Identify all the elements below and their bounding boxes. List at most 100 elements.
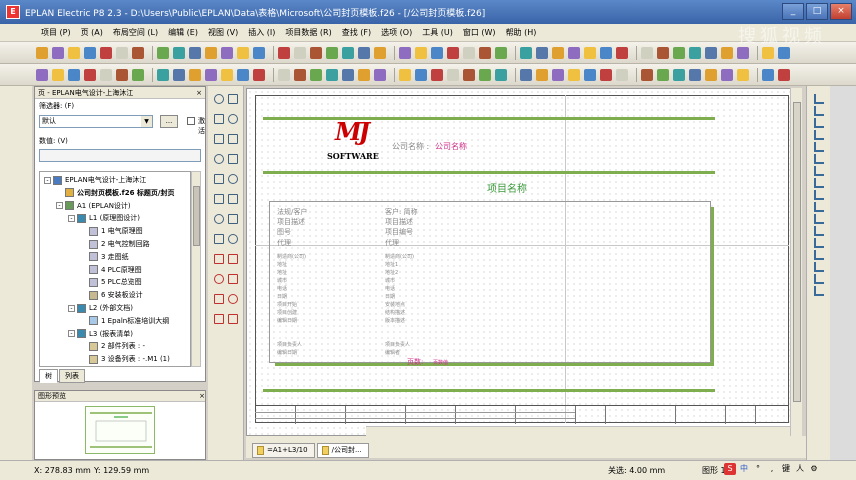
toolbar-tool-icon[interactable] xyxy=(310,46,322,59)
toolbar-tool-icon[interactable] xyxy=(205,68,217,81)
toolbar-tool-icon[interactable] xyxy=(600,68,612,81)
toolbar-tool-icon[interactable] xyxy=(221,46,233,59)
drawing-tool-icon[interactable] xyxy=(228,154,238,164)
connection-symbol-icon[interactable] xyxy=(814,166,824,176)
toolbar-tool-icon[interactable] xyxy=(568,46,580,59)
gear-icon[interactable]: ⚙ xyxy=(808,463,820,475)
toolbar-tool-icon[interactable] xyxy=(641,46,653,59)
connection-symbol-icon[interactable] xyxy=(814,130,824,140)
tree-item[interactable]: - EPLAN电气设计-上海沐江 xyxy=(44,174,146,186)
toolbar-tool-icon[interactable] xyxy=(358,68,370,81)
connection-symbol-icon[interactable] xyxy=(814,94,824,104)
tree-item[interactable]: 1 Epaln标准培训大纲 xyxy=(80,315,169,327)
toolbar-tool-icon[interactable] xyxy=(326,46,338,59)
toolbar-tool-icon[interactable] xyxy=(310,68,322,81)
toolbar-tool-icon[interactable] xyxy=(116,68,128,81)
toolbar-tool-icon[interactable] xyxy=(253,46,265,59)
collapse-icon[interactable]: - xyxy=(68,214,75,222)
tree-item[interactable]: - L1 (原理图设计) xyxy=(68,212,140,224)
tree-item[interactable]: 2 电气控制回路 xyxy=(80,238,150,250)
toolbar-tool-icon[interactable] xyxy=(221,68,233,81)
toolbar-tool-icon[interactable] xyxy=(399,68,411,81)
drawing-tool-icon[interactable] xyxy=(228,234,238,244)
toolbar-tool-icon[interactable] xyxy=(84,46,96,59)
connection-symbol-icon[interactable] xyxy=(814,274,824,284)
drawing-tool-icon[interactable] xyxy=(228,94,238,104)
ime-chinese-mode[interactable]: 中 xyxy=(738,463,750,475)
scroll-thumb[interactable] xyxy=(193,186,200,246)
toolbar-tool-icon[interactable] xyxy=(278,68,290,81)
toolbar-tool-icon[interactable] xyxy=(132,46,144,59)
drawing-tool-icon[interactable] xyxy=(214,254,224,264)
toolbar-tool-icon[interactable] xyxy=(189,46,201,59)
drawing-tool-icon[interactable] xyxy=(214,294,224,304)
toolbar-tool-icon[interactable] xyxy=(342,46,354,59)
ime-punctuation-icon[interactable]: , xyxy=(766,463,778,475)
toolbar-tool-icon[interactable] xyxy=(374,46,386,59)
menu-project[interactable]: 项目 (P) xyxy=(36,24,76,42)
toolbar-tool-icon[interactable] xyxy=(616,68,628,81)
tab-list[interactable]: 列表 xyxy=(59,369,85,383)
drawing-tool-icon[interactable] xyxy=(214,134,224,144)
menu-layout-space[interactable]: 布局空间 (L) xyxy=(108,24,163,42)
activate-checkbox[interactable] xyxy=(187,117,195,125)
toolbar-tool-icon[interactable] xyxy=(705,68,717,81)
toolbar-tool-icon[interactable] xyxy=(326,68,338,81)
toolbar-tool-icon[interactable] xyxy=(431,46,443,59)
toolbar-tool-icon[interactable] xyxy=(673,46,685,59)
toolbar-tool-icon[interactable] xyxy=(673,68,685,81)
toolbar-tool-icon[interactable] xyxy=(536,46,548,59)
toolbar-tool-icon[interactable] xyxy=(431,68,443,81)
toolbar-tool-icon[interactable] xyxy=(463,46,475,59)
tree-item[interactable]: - L2 (外部文档) xyxy=(68,302,133,314)
toolbar-tool-icon[interactable] xyxy=(616,46,628,59)
drawing-tool-icon[interactable] xyxy=(214,314,224,324)
drawing-tool-icon[interactable] xyxy=(228,134,238,144)
tree-item[interactable]: - A1 (EPLAN设计) xyxy=(56,200,131,212)
menu-options[interactable]: 选项 (O) xyxy=(376,24,417,42)
toolbar-tool-icon[interactable] xyxy=(205,46,217,59)
toolbar-tool-icon[interactable] xyxy=(374,68,386,81)
toolbar-tool-icon[interactable] xyxy=(36,46,48,59)
menu-project-data[interactable]: 项目数据 (R) xyxy=(280,24,336,42)
drawing-tool-icon[interactable] xyxy=(214,154,224,164)
toolbar-tool-icon[interactable] xyxy=(294,68,306,81)
toolbar-tool-icon[interactable] xyxy=(778,68,790,81)
menu-edit[interactable]: 编辑 (E) xyxy=(163,24,203,42)
toolbar-tool-icon[interactable] xyxy=(447,68,459,81)
drawing-tool-icon[interactable] xyxy=(214,94,224,104)
connection-symbol-icon[interactable] xyxy=(814,202,824,212)
drawing-tool-icon[interactable] xyxy=(228,314,238,324)
menu-window[interactable]: 窗口 (W) xyxy=(458,24,501,42)
collapse-icon[interactable]: - xyxy=(56,202,63,210)
filter-select[interactable]: 默认 ▼ xyxy=(39,115,153,128)
toolbar-tool-icon[interactable] xyxy=(237,68,249,81)
close-icon[interactable]: × xyxy=(199,391,205,401)
toolbar-tool-icon[interactable] xyxy=(36,68,48,81)
drawing-tool-icon[interactable] xyxy=(228,194,238,204)
toolbar-tool-icon[interactable] xyxy=(237,46,249,59)
toolbar-tool-icon[interactable] xyxy=(657,68,669,81)
connection-symbol-icon[interactable] xyxy=(814,250,824,260)
toolbar-tool-icon[interactable] xyxy=(157,46,169,59)
page-tab-report[interactable]: =A1+L3/10 xyxy=(252,443,315,458)
connection-symbol-icon[interactable] xyxy=(814,178,824,188)
tree-item[interactable]: - L3 (报表清单) xyxy=(68,328,133,340)
toolbar-tool-icon[interactable] xyxy=(100,46,112,59)
connection-symbol-icon[interactable] xyxy=(814,286,824,296)
toolbar-tool-icon[interactable] xyxy=(721,46,733,59)
tree-item[interactable]: 1 电气原理图 xyxy=(80,225,143,237)
toolbar-tool-icon[interactable] xyxy=(68,68,80,81)
maximize-button[interactable]: □ xyxy=(806,3,828,20)
connection-symbol-icon[interactable] xyxy=(814,154,824,164)
drawing-tool-icon[interactable] xyxy=(228,114,238,124)
toolbar-tool-icon[interactable] xyxy=(568,68,580,81)
drawing-tool-icon[interactable] xyxy=(214,194,224,204)
toolbar-tool-icon[interactable] xyxy=(358,46,370,59)
toolbar-tool-icon[interactable] xyxy=(68,46,80,59)
toolbar-tool-icon[interactable] xyxy=(173,46,185,59)
tree-scrollbar[interactable] xyxy=(191,171,201,367)
menu-page[interactable]: 页 (A) xyxy=(76,24,108,42)
toolbar-tool-icon[interactable] xyxy=(584,68,596,81)
tree-item[interactable]: 4 PLC原理图 xyxy=(80,264,142,276)
